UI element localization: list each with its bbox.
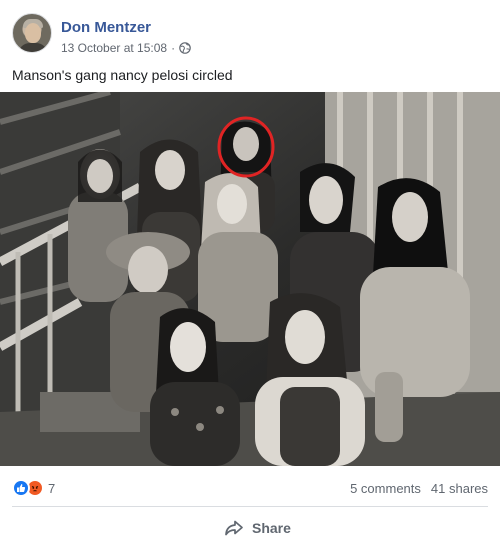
comments-count[interactable]: 5 comments [350,481,421,496]
author-name[interactable]: Don Mentzer [61,19,151,36]
reactions-summary[interactable]: 7 [12,479,55,497]
share-arrow-icon [225,520,243,536]
avatar-shirt [18,43,48,52]
author-avatar[interactable] [12,13,52,53]
action-divider [12,506,488,507]
reaction-count: 7 [48,480,56,496]
avatar-face [25,23,41,43]
post-meta: 13 October at 15:08 · [61,41,191,55]
post-timestamp[interactable]: 13 October at 15:08 [61,41,167,55]
shares-count[interactable]: 41 shares [431,481,488,496]
share-label: Share [252,520,291,536]
post-stats: 5 comments 41 shares [350,481,488,496]
meta-separator: · [171,41,176,55]
post-text: Manson's gang nancy pelosi circled [12,67,233,83]
globe-icon[interactable] [179,42,191,54]
like-icon [12,479,30,497]
share-button[interactable]: Share [224,516,291,540]
post-photo[interactable] [0,92,500,466]
facebook-post: Don Mentzer 13 October at 15:08 · Manson… [0,0,500,549]
photo-illustration [0,92,500,466]
